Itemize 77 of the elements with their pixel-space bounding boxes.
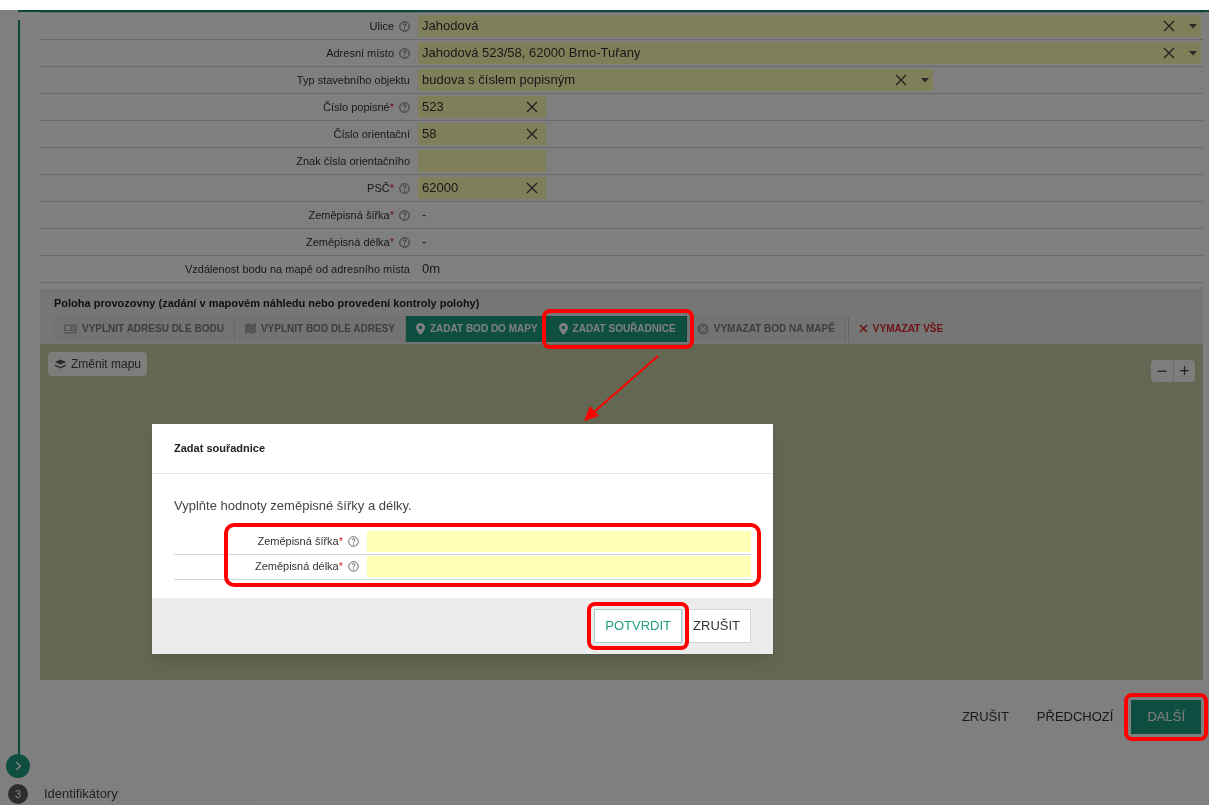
toolbar-button[interactable]: ZADAT SOUŘADNICE: [548, 315, 687, 342]
step-number: 3: [8, 784, 28, 804]
zoom-out-button[interactable]: −: [1151, 359, 1173, 382]
caret-icon[interactable]: [1189, 50, 1197, 56]
dialog-message: Vyplňte hodnoty zeměpisné šířky a délky.: [174, 497, 413, 515]
field-label: Číslo orientační: [333, 126, 410, 142]
field-value: 58: [422, 125, 437, 144]
field-label: Zeměpisná šířka: [308, 207, 390, 223]
footer-button[interactable]: ZRUŠIT: [951, 699, 1019, 734]
required-mark: *: [389, 207, 394, 223]
required-mark: *: [389, 99, 394, 115]
field-label: Zeměpisná délka: [305, 234, 390, 250]
select-field[interactable]: Jahodová: [418, 15, 1201, 37]
field-label: Číslo popisné: [323, 99, 390, 115]
next-button[interactable]: DALŠÍ: [1131, 699, 1201, 734]
field-value: Jahodová: [422, 17, 479, 36]
required-mark: *: [338, 534, 343, 550]
field-value: 62000: [422, 179, 459, 198]
toolbar-button[interactable]: VYMAZAT VŠE: [847, 315, 954, 342]
map-icon: [244, 323, 256, 334]
input-field[interactable]: 523: [418, 96, 546, 118]
field-label: Zeměpisná šířka: [257, 534, 339, 550]
field-label: Typ stavebního objektu: [296, 72, 410, 88]
help-icon[interactable]: [348, 536, 359, 547]
help-icon[interactable]: [348, 561, 359, 572]
map-pin-icon: [558, 322, 568, 335]
field-label: Zeměpisná délka: [254, 559, 339, 575]
help-icon[interactable]: [399, 236, 410, 248]
toolbar-button[interactable]: ZADAT BOD DO MAPY: [405, 315, 549, 342]
field-label: PSČ: [367, 180, 390, 196]
required-mark: *: [389, 234, 394, 250]
field-label: Adresní místo: [326, 45, 394, 61]
clear-icon[interactable]: [1163, 20, 1175, 32]
input-field[interactable]: 62000: [418, 177, 546, 199]
field-value: -: [422, 206, 427, 225]
section-title: Poloha provozovny (zadání v mapovém náhledu nebo provedení kontroly polohy): [53, 296, 481, 311]
required-mark: *: [338, 559, 343, 575]
dialog-button[interactable]: POTVRDIT: [594, 608, 683, 643]
clear-icon[interactable]: [526, 101, 538, 113]
select-field[interactable]: budova s číslem popisným: [418, 69, 933, 91]
field-value: -: [422, 233, 427, 252]
field-label: Ulice: [369, 18, 394, 34]
field-value: 523: [422, 98, 444, 117]
pin-remove-icon: [696, 322, 709, 335]
caret-icon[interactable]: [921, 77, 929, 83]
field-label: Vzdálenost bodu na mapě od adresního místa: [184, 261, 410, 277]
clear-icon[interactable]: [1163, 47, 1175, 59]
caret-icon[interactable]: [1189, 23, 1197, 29]
help-icon[interactable]: [399, 101, 410, 113]
dialog-title: Zadat souřadnice: [174, 441, 266, 457]
clear-icon[interactable]: [526, 128, 538, 140]
field-value: 0m: [422, 260, 441, 279]
zoom-in-button[interactable]: +: [1173, 359, 1195, 382]
clear-icon[interactable]: [526, 182, 538, 194]
help-icon[interactable]: [399, 182, 410, 194]
input-field[interactable]: [367, 556, 751, 577]
help-icon[interactable]: [399, 20, 410, 32]
required-mark: *: [389, 180, 394, 196]
change-map-button[interactable]: Změnit mapu: [48, 351, 148, 376]
select-field[interactable]: Jahodová 523/58, 62000 Brno-Tuřany: [418, 42, 1201, 64]
field-value: Jahodová 523/58, 62000 Brno-Tuřany: [422, 44, 641, 63]
input-field[interactable]: [367, 531, 751, 552]
input-field[interactable]: [418, 150, 546, 172]
map-pin-icon: [415, 322, 425, 335]
close-icon: [858, 324, 868, 333]
layers-icon: [54, 358, 67, 369]
id-card-icon: [64, 323, 77, 334]
help-icon[interactable]: [399, 47, 410, 59]
field-label: Znak čísla orientačního: [296, 153, 410, 169]
chevron-right-icon: [14, 761, 22, 771]
footer-button[interactable]: PŘEDCHOZÍ: [1026, 699, 1124, 734]
field-value: budova s číslem popisným: [422, 71, 576, 90]
clear-icon[interactable]: [895, 74, 907, 86]
help-icon[interactable]: [399, 209, 410, 221]
step-label[interactable]: Identifikátory: [44, 784, 118, 804]
dialog-button[interactable]: ZRUŠIT: [682, 608, 751, 643]
input-field[interactable]: 58: [418, 123, 546, 145]
